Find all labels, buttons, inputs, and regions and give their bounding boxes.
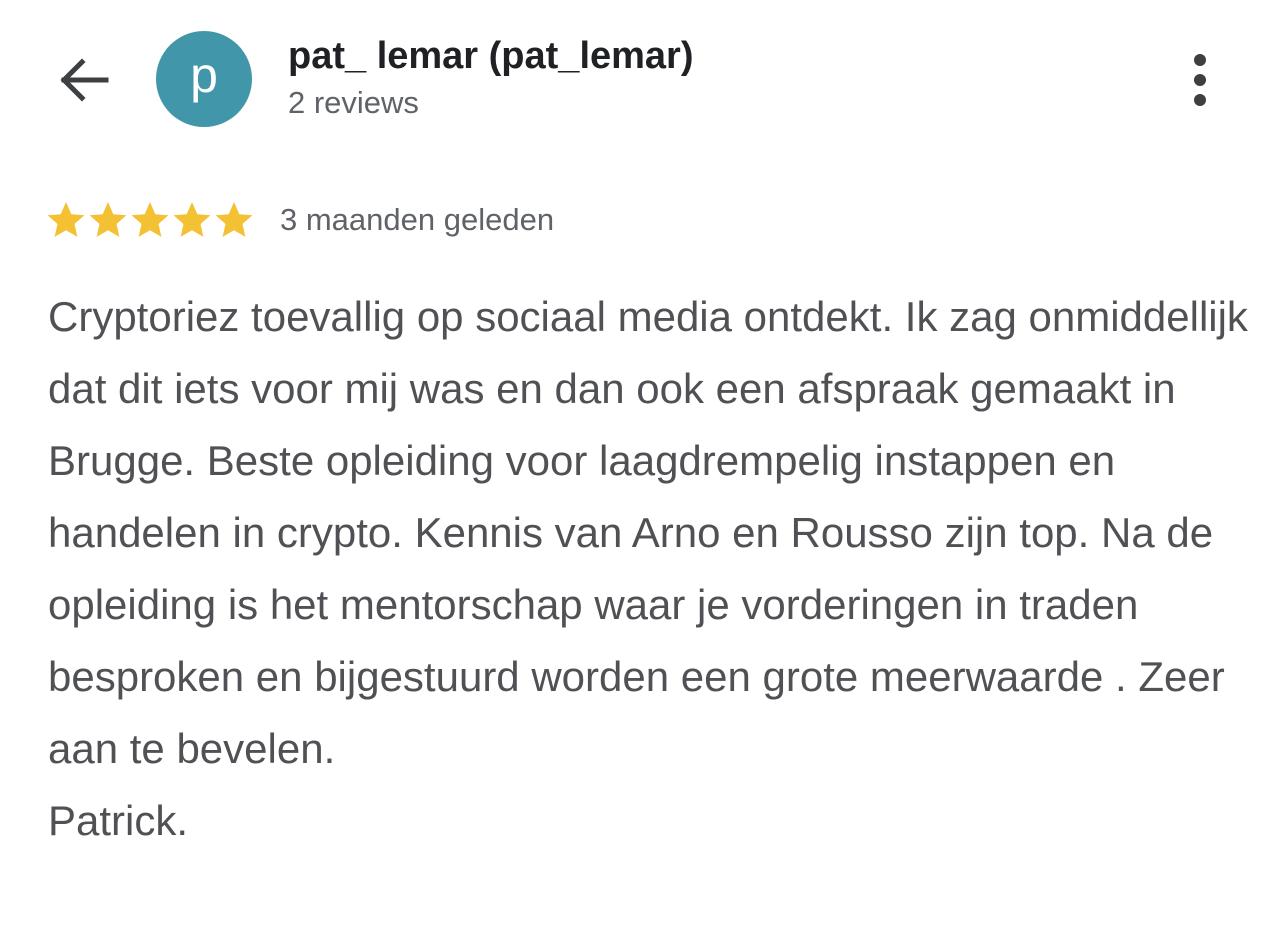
arrow-left-icon: [60, 58, 109, 102]
user-name: pat_ lemar (pat_lemar): [288, 35, 694, 77]
star-icon: [215, 202, 253, 237]
star-rating: [46, 200, 254, 240]
star-icon: [89, 202, 127, 237]
more-vertical-icon: [1194, 54, 1206, 106]
review-text: Cryptoriez toevallig op sociaal media on…: [48, 293, 1248, 844]
star-icon: [131, 202, 169, 237]
avatar[interactable]: p: [156, 31, 252, 127]
review-count: 2 reviews: [288, 85, 419, 120]
more-options-button[interactable]: [1178, 50, 1222, 110]
star-icon: [173, 202, 211, 237]
back-button[interactable]: [52, 52, 114, 108]
rating-row: 3 maanden geleden: [46, 196, 554, 244]
avatar-letter: p: [190, 47, 218, 103]
review-date: 3 maanden geleden: [280, 202, 555, 237]
star-icon: [47, 202, 85, 237]
